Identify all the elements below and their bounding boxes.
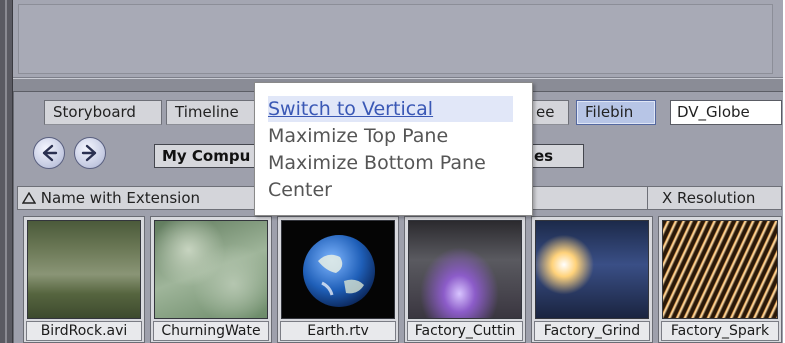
file-caption: Factory_Grind — [534, 321, 650, 341]
left-arrow-icon — [42, 144, 58, 162]
window-frame-left — [0, 0, 13, 343]
thumbnail-image — [154, 220, 268, 319]
menu-item-center[interactable]: Center — [268, 177, 332, 203]
tab-label: Storyboard — [53, 103, 136, 121]
right-arrow-icon — [81, 144, 97, 162]
menu-item-switch-to-vertical[interactable]: Switch to Vertical — [268, 96, 513, 122]
file-caption: ChurningWate — [153, 321, 269, 341]
back-button[interactable] — [33, 137, 65, 169]
tab-label: Timeline — [175, 103, 239, 121]
column-header-name-label: Name with Extension — [40, 189, 201, 207]
tab-storyboard[interactable]: Storyboard — [44, 100, 162, 125]
thumbnail-image — [281, 220, 395, 319]
file-caption: Factory_Spark — [661, 321, 779, 341]
tab-label: Filebin — [585, 103, 634, 121]
column-header-name[interactable]: Name with Extension — [17, 186, 257, 210]
file-caption: BirdRock.avi — [26, 321, 142, 341]
sort-ascending-triangle-icon — [21, 191, 37, 204]
column-header-x-resolution[interactable]: X Resolution — [647, 186, 782, 210]
project-select-value: DV_Globe — [677, 103, 750, 121]
column-header-x-resolution-label: X Resolution — [662, 189, 756, 207]
top-pane-content — [18, 4, 773, 74]
menu-item-maximize-top-pane[interactable]: Maximize Top Pane — [268, 123, 448, 149]
thumbnail-image — [662, 220, 778, 319]
project-select[interactable]: DV_Globe — [670, 100, 782, 125]
tab-filebin[interactable]: Filebin — [576, 100, 656, 125]
file-thumbnail[interactable]: Factory_Cuttin — [404, 216, 526, 343]
thumbnail-image — [27, 220, 141, 319]
path-suffix: es — [534, 147, 554, 165]
file-caption: Earth.rtv — [280, 321, 396, 341]
context-menu: Switch to Vertical Maximize Top Pane Max… — [254, 82, 533, 216]
tab-label: ee — [536, 103, 555, 121]
tab-partially-hidden[interactable]: ee — [529, 100, 569, 125]
file-thumbnail[interactable]: ChurningWate — [150, 216, 272, 343]
forward-button[interactable] — [74, 137, 106, 169]
path-prefix: My Compu — [162, 147, 251, 165]
file-thumbnail[interactable]: Earth.rtv — [277, 216, 399, 343]
file-thumbnail[interactable]: Factory_Grind — [531, 216, 653, 343]
thumbnail-image — [535, 220, 649, 319]
earth-globe-icon — [303, 235, 375, 307]
thumbnail-image — [408, 220, 522, 319]
top-pane — [13, 0, 783, 78]
menu-item-maximize-bottom-pane[interactable]: Maximize Bottom Pane — [268, 150, 486, 176]
file-thumbnail[interactable]: Factory_Spark — [658, 216, 782, 343]
file-thumbnail[interactable]: BirdRock.avi — [23, 216, 145, 343]
file-caption: Factory_Cuttin — [407, 321, 523, 341]
